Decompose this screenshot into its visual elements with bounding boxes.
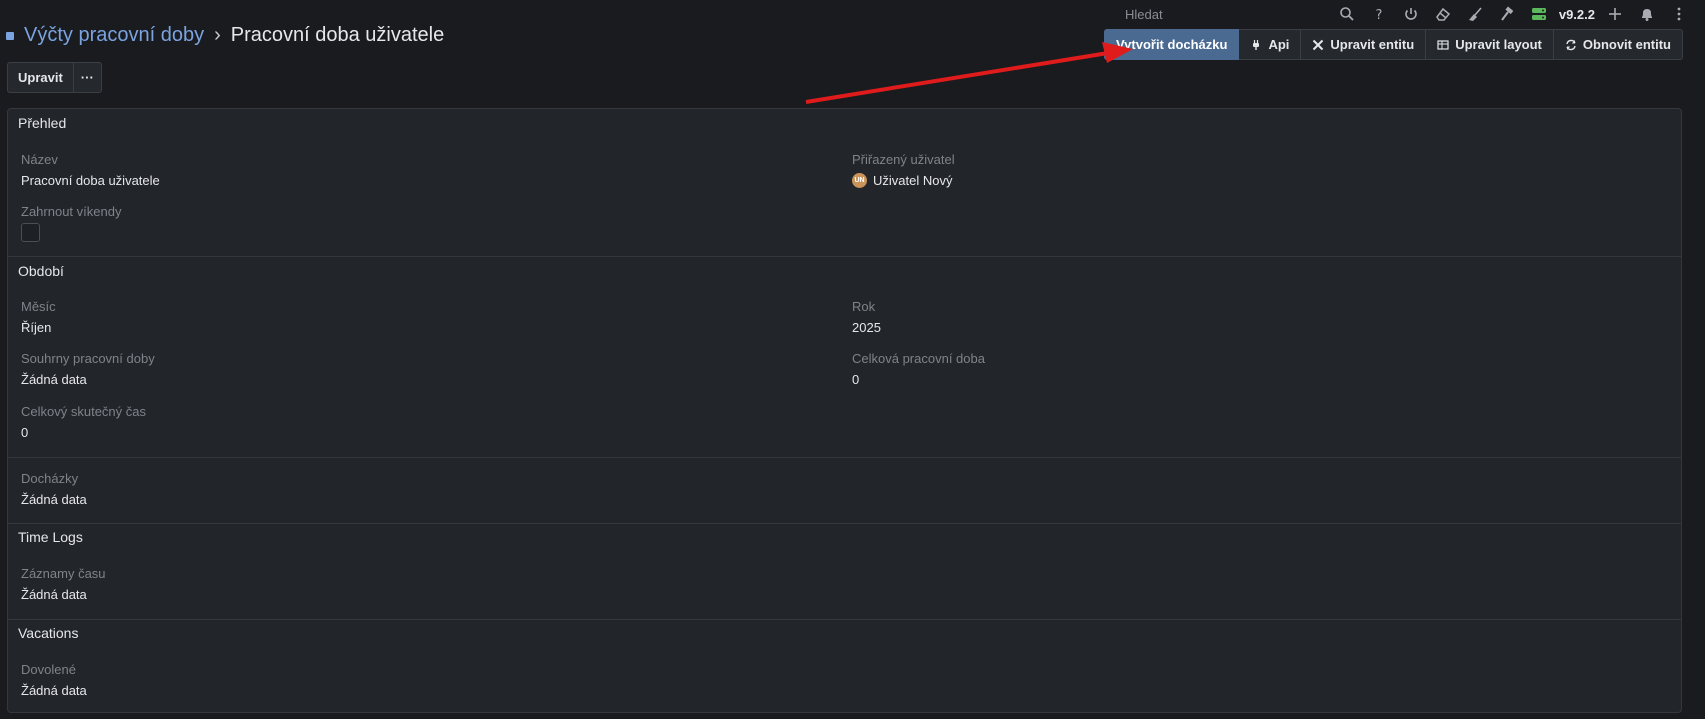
global-search-input[interactable]: Hledat [1125, 7, 1163, 22]
attendance-value: Žádná data [21, 492, 87, 507]
divider [8, 619, 1681, 620]
table-icon [1437, 39, 1449, 50]
help-icon[interactable]: ? [1363, 3, 1395, 25]
section-title-period: Období [18, 263, 64, 279]
divider [8, 256, 1681, 257]
edit-button-group: Upravit ··· [7, 62, 102, 93]
year-value: 2025 [852, 320, 881, 335]
edit-label: Upravit [18, 70, 63, 85]
edit-button[interactable]: Upravit [7, 62, 74, 93]
refresh-entity-label: Obnovit entitu [1582, 37, 1671, 52]
vacations-value: Žádná data [21, 683, 87, 698]
actual-time-label: Celkový skutečný čas [21, 404, 146, 419]
summaries-label: Souhrny pracovní doby [21, 351, 155, 366]
name-field-label: Název [21, 152, 58, 167]
tools-icon [1313, 39, 1324, 50]
weekends-label: Zahrnout víkendy [21, 204, 122, 219]
assigned-user-value[interactable]: UN Uživatel Nový [852, 173, 952, 188]
name-field-value: Pracovní doba uživatele [21, 173, 160, 188]
version-label: v9.2.2 [1558, 6, 1595, 22]
hammer-icon[interactable] [1491, 3, 1523, 25]
page-title: Pracovní doba uživatele [230, 24, 445, 46]
refresh-icon [1566, 39, 1576, 50]
top-icons: ? v9.2.2 [1331, 3, 1695, 25]
edit-layout-button[interactable]: Upravit layout [1426, 29, 1554, 60]
section-title-overview: Přehled [18, 115, 67, 131]
kebab-icon[interactable] [1663, 3, 1695, 25]
year-label: Rok [852, 299, 876, 314]
bell-icon[interactable] [1631, 3, 1663, 25]
edit-entity-label: Upravit entitu [1330, 37, 1415, 52]
scope-color-marker [6, 31, 14, 40]
more-dots-icon: ··· [80, 70, 94, 85]
edit-layout-label: Upravit layout [1455, 37, 1542, 52]
api-button[interactable]: Api [1239, 29, 1302, 60]
svg-text:?: ? [1375, 8, 1382, 22]
action-button-group: Vytvořit docházku Api Upravit entitu Upr… [1103, 29, 1683, 60]
total-time-label: Celková pracovní doba [852, 351, 985, 366]
breadcrumb-separator: › [214, 24, 221, 46]
divider [8, 457, 1681, 458]
timelogs-label: Záznamy času [21, 566, 106, 581]
month-value: Říjen [21, 320, 52, 335]
create-attendance-button[interactable]: Vytvořit docházku [1103, 29, 1240, 60]
api-label: Api [1268, 37, 1290, 52]
eraser-icon[interactable] [1427, 3, 1459, 25]
vacations-label: Dovolené [21, 662, 76, 677]
edit-entity-button[interactable]: Upravit entitu [1301, 29, 1427, 60]
plug-icon [1253, 39, 1260, 50]
section-title-vacations: Vacations [18, 625, 79, 641]
power-icon[interactable] [1395, 3, 1427, 25]
total-time-value: 0 [852, 372, 860, 387]
weekends-checkbox[interactable] [21, 223, 40, 242]
actual-time-value: 0 [21, 425, 29, 440]
summaries-value: Žádná data [21, 372, 87, 387]
assigned-user-label: Přiřazený uživatel [852, 152, 955, 167]
broom-icon[interactable] [1459, 3, 1491, 25]
timelogs-value: Žádná data [21, 587, 87, 602]
breadcrumb: Výčty pracovní doby › Pracovní doba uživ… [6, 24, 444, 47]
breadcrumb-link[interactable]: Výčty pracovní doby [24, 24, 204, 47]
refresh-entity-button[interactable]: Obnovit entitu [1553, 29, 1683, 60]
plus-icon[interactable] [1599, 3, 1631, 25]
detail-panel: Přehled Název Pracovní doba uživatele Př… [7, 108, 1682, 713]
assigned-user-name: Uživatel Nový [873, 173, 953, 188]
search-icon[interactable] [1331, 3, 1363, 25]
more-actions-button[interactable]: ··· [73, 62, 102, 93]
section-title-timelogs: Time Logs [18, 529, 83, 545]
avatar: UN [852, 173, 867, 188]
attendance-label: Docházky [21, 471, 79, 486]
month-label: Měsíc [21, 299, 56, 314]
create-attendance-label: Vytvořit docházku [1115, 37, 1228, 52]
server-icon[interactable] [1523, 3, 1555, 25]
divider [8, 523, 1681, 524]
